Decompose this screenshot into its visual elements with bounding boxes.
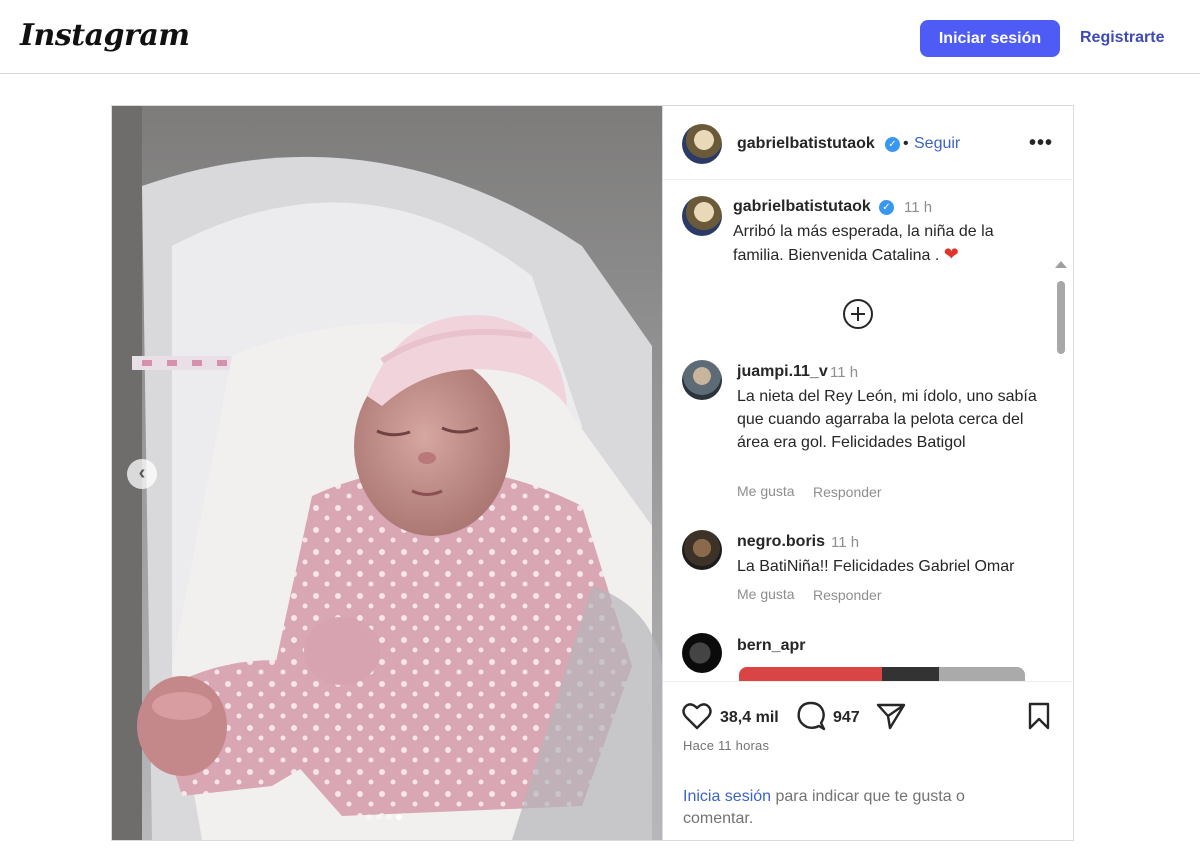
- post-header: gabrielbatistutaok ✓ • Seguir •••: [663, 106, 1074, 180]
- login-button[interactable]: Iniciar sesión: [920, 20, 1060, 57]
- comments-scrollbar[interactable]: [1055, 261, 1067, 681]
- comment-text: La nieta del Rey León, mi ídolo, uno sab…: [737, 388, 1037, 451]
- comment-icon[interactable]: [796, 701, 826, 731]
- caption-time: 11 h: [904, 199, 933, 216]
- separator-dot: •: [903, 135, 909, 152]
- baby-photo: [112, 106, 662, 840]
- comment-sticker-image: [739, 667, 1025, 681]
- comment-avatar[interactable]: [682, 633, 722, 673]
- signup-link[interactable]: Registrarte: [1080, 29, 1164, 47]
- top-navigation-bar: Instagram Iniciar sesión Registrarte: [0, 0, 1200, 74]
- comment-username[interactable]: bern_apr: [737, 637, 805, 655]
- comment-time: 11 h: [831, 534, 860, 551]
- caption-username[interactable]: gabrielbatistutaok: [733, 198, 871, 216]
- comment-text: La BatiNiña!! Felicidades Gabriel Omar: [737, 558, 1015, 575]
- post-card: ‹ gabrielbatistutaok ✓ • Seguir ••• gabr…: [111, 105, 1074, 841]
- comment-like-button[interactable]: Me gusta: [737, 586, 795, 602]
- load-more-comments-icon[interactable]: [843, 299, 873, 329]
- comment-reply-button[interactable]: Responder: [813, 587, 882, 603]
- post-sidebar: gabrielbatistutaok ✓ • Seguir ••• gabrie…: [662, 106, 1074, 840]
- comment-time: 11 h: [830, 364, 859, 381]
- post-timestamp: Hace 11 horas: [683, 738, 770, 753]
- instagram-logo[interactable]: Instagram: [20, 18, 190, 53]
- comment-avatar[interactable]: [682, 530, 722, 570]
- comments-list[interactable]: gabrielbatistutaok ✓ 11 h Arribó la más …: [663, 181, 1074, 681]
- carousel-dot: [386, 814, 392, 820]
- verified-icon: ✓: [879, 200, 894, 215]
- comment-avatar[interactable]: [682, 360, 722, 400]
- author-avatar[interactable]: [682, 124, 722, 164]
- login-prompt-link[interactable]: Inicia sesión: [683, 788, 771, 805]
- carousel-dot: [366, 814, 372, 820]
- comment-like-button[interactable]: Me gusta: [737, 483, 795, 499]
- scroll-up-arrow-icon[interactable]: [1055, 261, 1067, 268]
- red-heart-icon: ❤: [943, 244, 959, 264]
- carousel-indicator: [366, 814, 402, 820]
- caption-text: Arribó la más esperada, la niña de la fa…: [733, 220, 1023, 267]
- comment-username[interactable]: negro.boris: [737, 533, 825, 551]
- login-prompt: Inicia sesión para indicar que te gusta …: [683, 786, 1013, 830]
- carousel-prev-button[interactable]: ‹: [127, 459, 157, 489]
- follow-button[interactable]: Seguir: [914, 135, 960, 153]
- author-username[interactable]: gabrielbatistutaok: [737, 135, 875, 153]
- bookmark-icon[interactable]: [1027, 702, 1051, 730]
- post-image[interactable]: ‹: [112, 106, 662, 840]
- share-icon[interactable]: [876, 702, 906, 730]
- comment-username[interactable]: juampi.11_v: [737, 363, 828, 381]
- carousel-dot-active: [396, 814, 402, 820]
- likes-count[interactable]: 38,4 mil: [720, 709, 779, 727]
- comments-count[interactable]: 947: [833, 709, 860, 727]
- post-actions: 38,4 mil 947 Hace 11 horas Inicia sesión…: [663, 681, 1074, 840]
- more-options-icon[interactable]: •••: [1029, 132, 1053, 155]
- carousel-dot: [376, 814, 382, 820]
- heart-icon[interactable]: [682, 702, 712, 730]
- caption-avatar[interactable]: [682, 196, 722, 236]
- scrollbar-thumb[interactable]: [1057, 281, 1065, 354]
- verified-icon: ✓: [885, 137, 900, 152]
- comment-reply-button[interactable]: Responder: [813, 484, 882, 500]
